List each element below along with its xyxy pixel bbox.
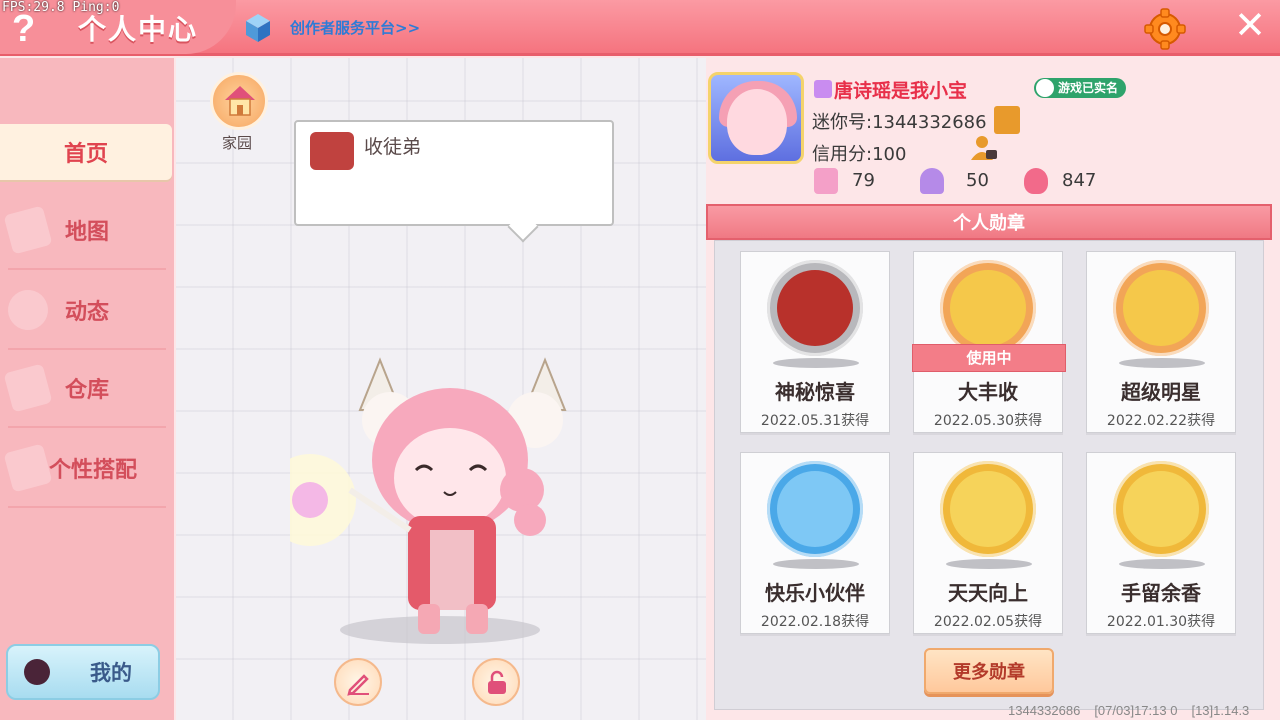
vip-icon bbox=[814, 80, 832, 98]
medal-card[interactable]: 神秘惊喜 2022.05.31获得 bbox=[740, 251, 890, 433]
medal-date: 2022.05.30获得 bbox=[933, 413, 1043, 429]
divider bbox=[8, 268, 166, 270]
medal-icon bbox=[767, 260, 863, 356]
edit-button[interactable] bbox=[334, 658, 382, 706]
lock-button[interactable] bbox=[472, 658, 520, 706]
medal-icon bbox=[1113, 260, 1209, 356]
medal-emblem bbox=[777, 270, 853, 346]
plus-badge-icon bbox=[814, 168, 838, 194]
sidebar-item-label: 仓库 bbox=[64, 378, 109, 403]
medal-card[interactable]: 超级明星 2022.02.22获得 bbox=[1086, 251, 1236, 433]
medals-header: 个人勋章 bbox=[706, 204, 1272, 240]
medal-shadow bbox=[773, 358, 859, 368]
divider bbox=[8, 506, 166, 508]
medal-emblem bbox=[950, 471, 1026, 547]
medal-icon bbox=[940, 260, 1036, 356]
sidebar-item-label: 个性搭配 bbox=[48, 458, 137, 483]
medal-shadow bbox=[946, 559, 1032, 569]
profile-avatar[interactable] bbox=[708, 72, 804, 164]
realname-badge: 游戏已实名 bbox=[1034, 78, 1127, 98]
medal-shadow bbox=[1119, 559, 1205, 569]
character-avatar[interactable] bbox=[290, 350, 570, 650]
sidebar-item-feed[interactable]: 动态 bbox=[0, 282, 174, 350]
medal-date: 2022.05.31获得 bbox=[760, 413, 870, 429]
medal-card[interactable]: 手留余香 2022.01.30获得 bbox=[1086, 452, 1236, 634]
medals-header-label: 个人勋章 bbox=[953, 213, 1025, 234]
medal-card[interactable]: 快乐小伙伴 2022.02.18获得 bbox=[740, 452, 890, 634]
footer-uid: 1344332686 bbox=[1008, 703, 1081, 718]
divider bbox=[8, 348, 166, 350]
speech-bubble[interactable]: 收徒弟 bbox=[294, 120, 614, 226]
sidebar-item-home[interactable]: 首页 bbox=[0, 124, 172, 180]
stat-value: 847 bbox=[1062, 170, 1097, 191]
medal-icon bbox=[940, 461, 1036, 557]
medal-date: 2022.02.05获得 bbox=[933, 614, 1043, 630]
lock-icon bbox=[488, 670, 506, 694]
more-medals-button[interactable]: 更多勋章 bbox=[924, 648, 1054, 694]
outfit-icon bbox=[3, 443, 53, 493]
medal-name: 手留余香 bbox=[1121, 581, 1201, 605]
medal-emblem bbox=[1123, 471, 1199, 547]
footer-version: [13]1.14.3 bbox=[1191, 703, 1250, 718]
medal-date: 2022.02.22获得 bbox=[1106, 413, 1216, 429]
more-medals-label: 更多勋章 bbox=[953, 662, 1025, 683]
user-id: 迷你号:1344332686 bbox=[812, 112, 987, 133]
close-icon[interactable]: ✕ bbox=[1230, 6, 1270, 46]
sidebar-item-label: 地图 bbox=[64, 220, 109, 245]
gear-icon[interactable] bbox=[1144, 8, 1186, 50]
medal-card[interactable]: 天天向上 2022.02.05获得 bbox=[913, 452, 1063, 634]
pencil-icon bbox=[347, 674, 369, 696]
medal-name: 神秘惊喜 bbox=[775, 380, 855, 404]
house-icon bbox=[225, 86, 255, 116]
creator-platform-link[interactable]: 创作者服务平台>> bbox=[290, 17, 420, 38]
footer-timestamp: [07/03]17:13 0 bbox=[1094, 703, 1178, 718]
medal-date: 2022.02.18获得 bbox=[760, 614, 870, 630]
medal-emblem bbox=[1123, 270, 1199, 346]
nickname: 唐诗瑶是我小宝 bbox=[834, 80, 968, 102]
cube-icon[interactable] bbox=[244, 12, 272, 44]
sidebar-item-warehouse[interactable]: 仓库 bbox=[0, 360, 174, 428]
top-bar: ? FPS:29.8 Ping:0 个人中心 创作者服务平台>> ✕ bbox=[0, 0, 1280, 56]
stat-value: 79 bbox=[852, 170, 875, 191]
my-button[interactable]: 我的 bbox=[6, 644, 160, 700]
flame-icon bbox=[1024, 168, 1048, 194]
credit-score: 信用分:100 bbox=[812, 144, 907, 165]
home-label: 家园 bbox=[222, 134, 253, 152]
medal-name: 超级明星 bbox=[1121, 380, 1201, 404]
medal-name: 大丰收 bbox=[958, 380, 1018, 404]
stat-value: 50 bbox=[966, 170, 989, 191]
friend-icon[interactable] bbox=[968, 134, 998, 162]
medal-emblem bbox=[777, 471, 853, 547]
apprentice-icon bbox=[310, 132, 354, 170]
medal-icon bbox=[1113, 461, 1209, 557]
sidebar: 首页 地图 动态 仓库 个性搭配 我的 bbox=[0, 58, 174, 720]
sidebar-item-outfit[interactable]: 个性搭配 bbox=[0, 440, 174, 508]
sidebar-item-label: 动态 bbox=[64, 300, 109, 325]
home-button[interactable] bbox=[210, 72, 268, 130]
avatar-dot-icon bbox=[24, 659, 50, 685]
medal-date: 2022.01.30获得 bbox=[1106, 614, 1216, 630]
medal-emblem bbox=[950, 270, 1026, 346]
footer-info: 1344332686 [07/03]17:13 0 [13]1.14.3 bbox=[1008, 703, 1263, 718]
map-icon bbox=[3, 205, 53, 255]
cheer-icon bbox=[920, 168, 944, 194]
divider bbox=[8, 426, 166, 428]
page-title: 个人中心 bbox=[78, 13, 199, 46]
medal-shadow bbox=[773, 559, 859, 569]
medal-name: 天天向上 bbox=[948, 581, 1028, 605]
medal-icon bbox=[767, 461, 863, 557]
sidebar-item-map[interactable]: 地图 bbox=[0, 202, 174, 270]
medal-name: 快乐小伙伴 bbox=[765, 581, 865, 605]
in-use-badge: 使用中 bbox=[912, 344, 1066, 372]
avatar-face bbox=[727, 89, 787, 155]
box-icon bbox=[3, 363, 53, 413]
bell-icon bbox=[3, 285, 53, 335]
my-button-label: 我的 bbox=[90, 661, 132, 685]
medal-card[interactable]: 使用中大丰收 2022.05.30获得 bbox=[912, 251, 1066, 433]
copy-icon[interactable] bbox=[994, 106, 1020, 134]
bubble-text: 收徒弟 bbox=[364, 136, 422, 158]
medal-shadow bbox=[1119, 358, 1205, 368]
sidebar-item-label: 首页 bbox=[63, 142, 108, 167]
